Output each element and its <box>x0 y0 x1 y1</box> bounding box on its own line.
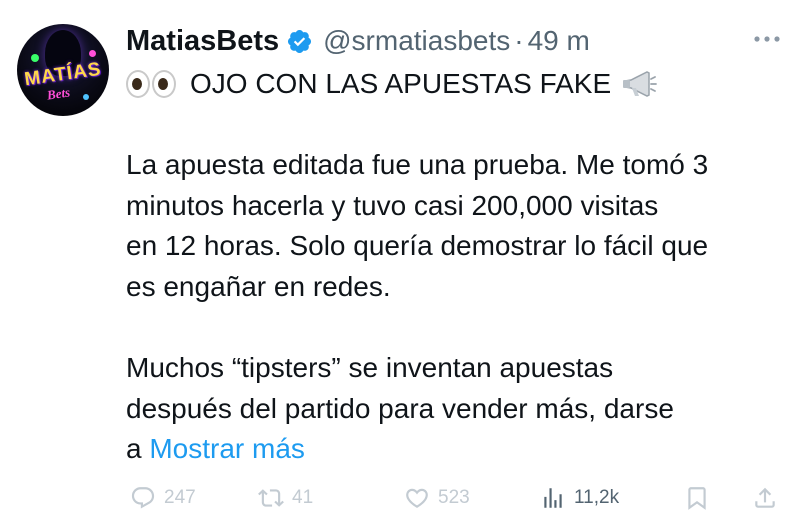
avatar-sparkle <box>89 50 96 57</box>
show-more-link[interactable]: Mostrar más <box>149 433 305 464</box>
tweet-headline-line: OJO CON LAS APUESTAS FAKE <box>126 64 786 105</box>
share-button[interactable] <box>752 480 786 516</box>
tweet-text-line: es engañar en redes. <box>126 270 391 302</box>
eyes-emoji-icon <box>126 70 176 99</box>
tweet-timestamp[interactable]: 49 m <box>528 25 590 57</box>
retweet-count: 41 <box>292 487 314 508</box>
avatar[interactable]: MATÍAS Bets <box>17 24 109 116</box>
author-handle[interactable]: @srmatiasbets <box>323 25 510 57</box>
views-button[interactable]: 11,2k <box>540 480 619 516</box>
tweet-paragraph-1: La apuesta editada fue una prueba. Me to… <box>126 145 786 307</box>
like-button[interactable]: 523 <box>404 480 470 516</box>
retweet-button[interactable]: 41 <box>258 480 313 516</box>
tweet-text-line: minutos hacerla y tuvo casi 200,000 visi… <box>126 189 659 221</box>
retweet-icon <box>258 489 284 507</box>
reply-count: 247 <box>164 487 196 508</box>
avatar-sparkle <box>83 94 89 100</box>
like-count: 523 <box>438 487 470 508</box>
tweet-actions-bar: 247 41 523 11,2k <box>0 480 800 516</box>
views-icon <box>544 488 562 508</box>
avatar-sparkle <box>31 54 39 62</box>
megaphone-icon <box>623 71 658 98</box>
more-icon[interactable] <box>752 32 782 46</box>
tweet-text-line: en 12 horas. Solo quería demostrar lo fá… <box>126 230 709 261</box>
tweet-headline: OJO CON LAS APUESTAS FAKE <box>190 68 612 99</box>
like-icon <box>406 488 428 508</box>
reply-icon <box>131 487 155 509</box>
share-icon <box>755 487 775 508</box>
separator-dot: · <box>514 25 524 56</box>
tweet-text-line: La apuesta editada fue una prueba. Me to… <box>126 149 709 180</box>
verified-badge-icon <box>288 29 312 53</box>
avatar-logo-subtext: Bets <box>45 84 71 103</box>
tweet-text-line: después del partido para vender más, dar… <box>126 392 674 424</box>
tweet-text-line: Muchos “tipsters” se inventan apuestas <box>126 352 614 383</box>
bookmark-button[interactable] <box>684 480 718 516</box>
tweet-text-line-last: a Mostrar más <box>126 429 786 470</box>
tweet-paragraph-2: Muchos “tipsters” se inventan apuestas d… <box>126 348 786 470</box>
tweet-text-fragment: a <box>126 433 142 464</box>
tweet-header: MatiasBets @srmatiasbets · 49 m <box>126 20 590 62</box>
bookmark-icon <box>688 487 706 510</box>
reply-button[interactable]: 247 <box>130 480 196 516</box>
author-display-name[interactable]: MatiasBets <box>126 25 279 58</box>
views-count: 11,2k <box>574 487 620 508</box>
